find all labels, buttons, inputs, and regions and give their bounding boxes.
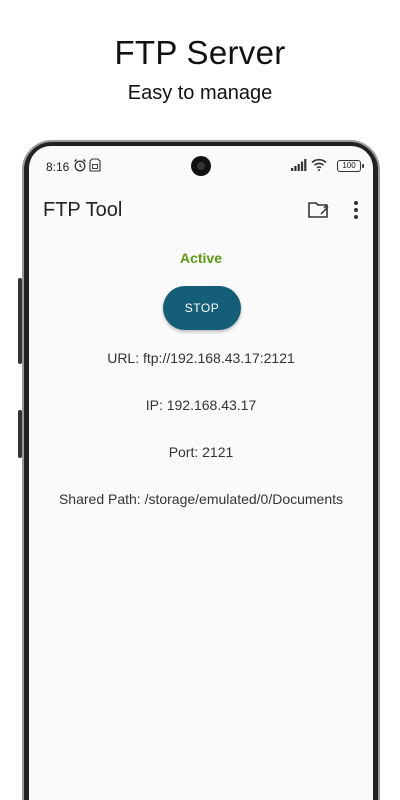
more-vert-icon[interactable] — [349, 198, 363, 222]
promo-title: FTP Server — [114, 34, 286, 71]
server-status: Active — [179, 250, 223, 266]
shared-path: Shared Path: /storage/emulated/0/Documen… — [58, 491, 344, 507]
battery-icon: 100 — [337, 160, 364, 172]
promo-subtitle: Easy to manage — [127, 82, 273, 104]
signal-icon — [291, 159, 307, 174]
app-bar: FTP Tool — [29, 186, 373, 236]
app-title: FTP Tool — [43, 199, 123, 221]
stop-button[interactable]: STOP — [163, 286, 241, 330]
front-camera — [191, 156, 211, 176]
folder-settings-icon[interactable] — [307, 199, 331, 221]
sim-icon — [89, 158, 101, 175]
alarm-icon — [73, 158, 87, 175]
phone-power-button — [18, 410, 22, 458]
wifi-icon — [311, 158, 327, 174]
status-time: 8:16 — [46, 160, 70, 174]
phone-screen: 8:16 100 FTP Tool Active STOP URL: ftp:/… — [29, 146, 373, 800]
server-url: URL: ftp://192.168.43.17:2121 — [107, 350, 295, 366]
phone-volume-button — [18, 278, 22, 364]
server-ip: IP: 192.168.43.17 — [145, 397, 257, 413]
server-port: Port: 2121 — [168, 444, 234, 460]
status-bar: 8:16 100 — [29, 146, 373, 186]
